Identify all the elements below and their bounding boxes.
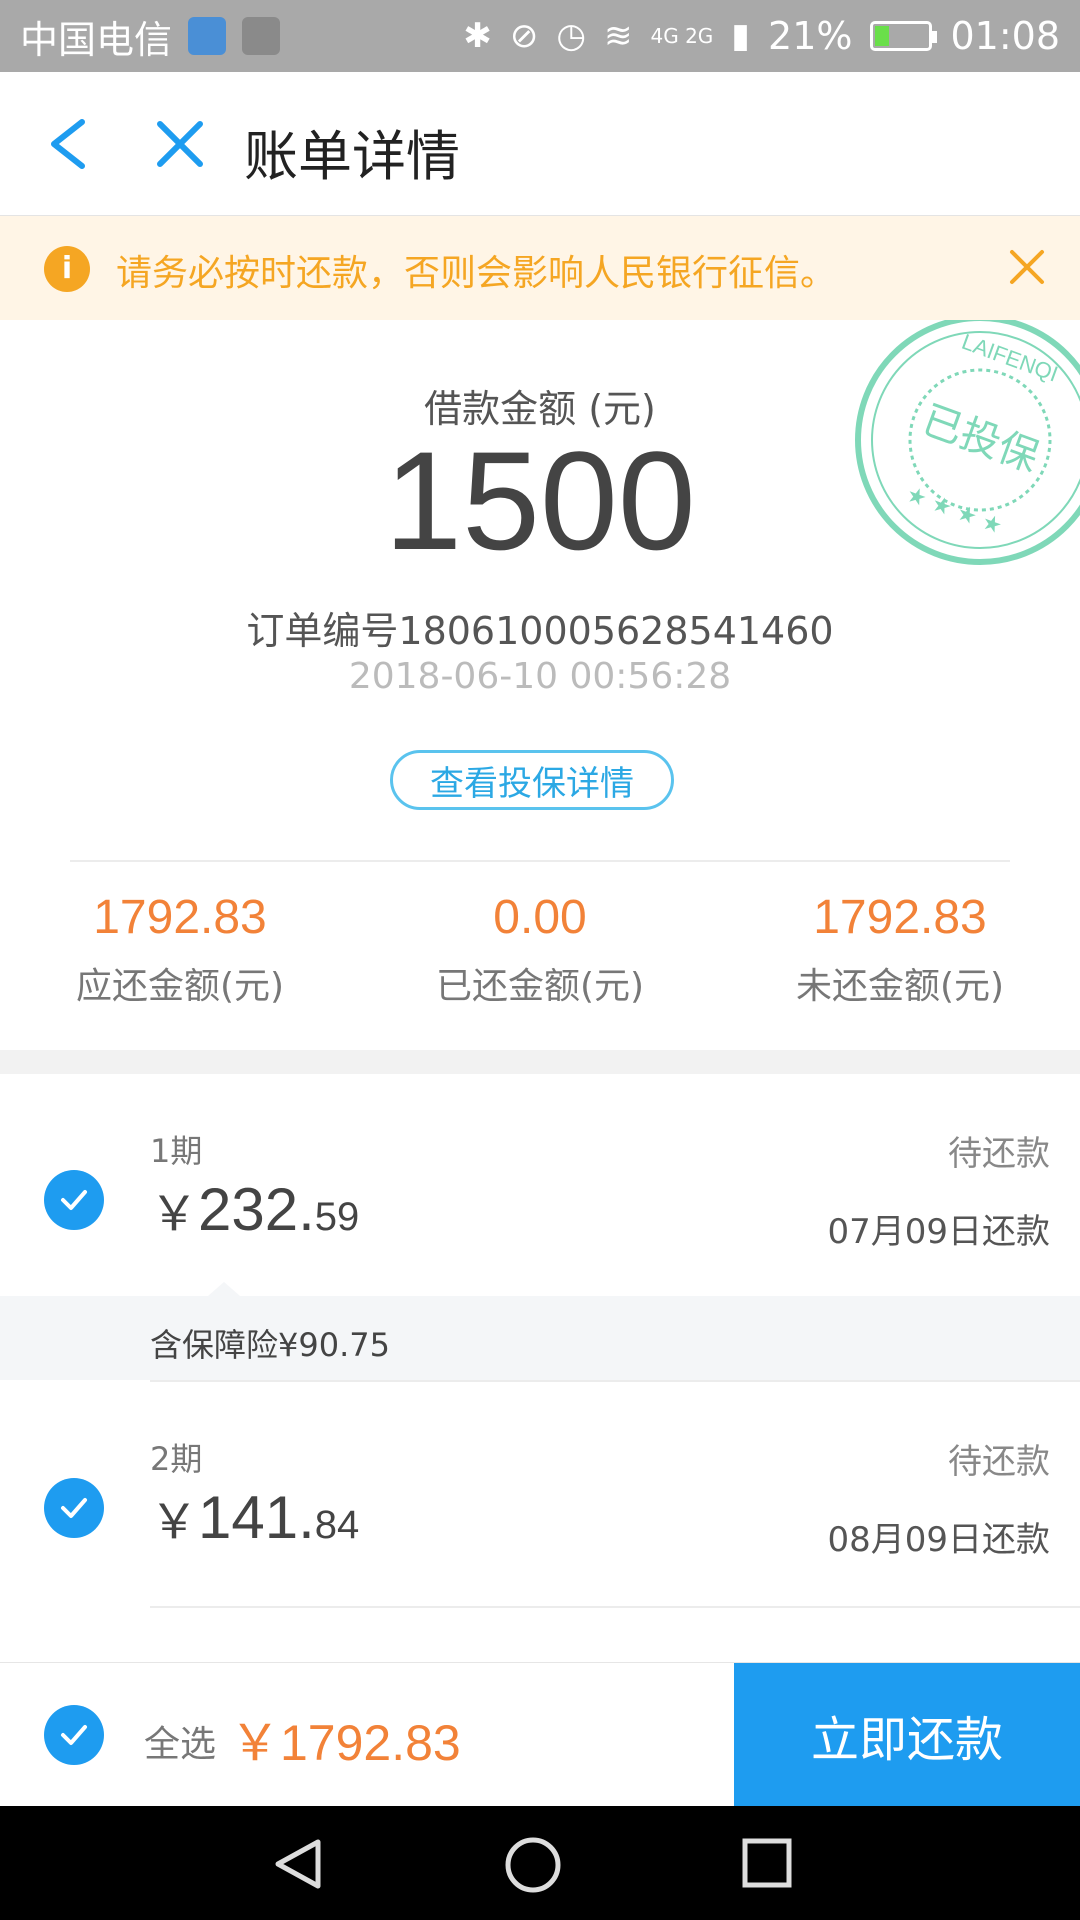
installment-row[interactable]: 2期 ￥141.84 待还款 08月09日还款 [0, 1382, 1080, 1604]
stat-value: 0.00 [493, 891, 587, 944]
installment-amount: ￥141.84 [150, 1482, 359, 1552]
loan-summary-card: LAIFENQI 已投保 ★ ★ ★ ★ 借款金额 (元) 1500 订单编号1… [0, 320, 1080, 1050]
order-number: 订单编号180610005628541460 [246, 609, 834, 653]
installment-period: 2期 [150, 1440, 203, 1478]
repayment-stats: 1792.83 应还金额(元) 0.00 已还金额(元) 1792.83 未还金… [0, 890, 1080, 1009]
stat-label: 未还金额(元) [795, 966, 1005, 1007]
check-icon[interactable] [44, 1170, 104, 1230]
stat-value: 1792.83 [93, 891, 267, 944]
installment-amount: ￥232.59 [150, 1174, 359, 1244]
stat-paid: 0.00 已还金额(元) [360, 890, 720, 1009]
divider [70, 860, 1010, 862]
installment-list: 1期 ￥232.59 待还款 07月09日还款 含保障险¥90.75 2期 ￥1… [0, 1074, 1080, 1662]
insurance-note: 含保障险¥90.75 [0, 1282, 1080, 1380]
amount-integer: 232. [198, 1176, 315, 1243]
notice-text: 请务必按时还款，否则会影响人民银行征信。 [116, 253, 837, 294]
battery-percent: 21% [768, 14, 853, 58]
close-icon[interactable] [154, 118, 206, 170]
pay-now-button[interactable]: 立即还款 [734, 1663, 1080, 1807]
select-all-check-icon[interactable] [44, 1705, 104, 1765]
view-insurance-button[interactable]: 查看投保详情 [390, 750, 674, 810]
stat-due: 1792.83 应还金额(元) [0, 890, 360, 1009]
bottom-action-bar: 全选 ￥1792.83 立即还款 [0, 1662, 1080, 1807]
insurance-note-text: 含保障险¥90.75 [150, 1326, 390, 1364]
clock: 01:08 [950, 14, 1060, 58]
total-amount: ￥1792.83 [230, 1715, 461, 1771]
screen: 中国电信 ✱ ⊘ ◷ ≋ 4G 2G ▮ 21% 01:08 账单详情 i 请务… [0, 0, 1080, 1920]
dismiss-notice-icon[interactable] [1008, 248, 1046, 286]
system-home-icon[interactable] [504, 1836, 562, 1894]
currency-symbol: ￥ [150, 1188, 199, 1241]
system-back-icon[interactable] [270, 1836, 326, 1892]
system-nav-bar [0, 1806, 1080, 1920]
row-divider [150, 1606, 1080, 1608]
stat-label: 已还金额(元) [435, 966, 645, 1007]
carrier-name: 中国电信 [20, 17, 173, 62]
back-icon[interactable] [44, 118, 94, 170]
wifi-icon: ≋ [603, 16, 633, 56]
stat-label: 应还金额(元) [75, 966, 285, 1007]
mute-icon: ⊘ [509, 16, 539, 56]
order-time: 2018-06-10 00:56:28 [348, 656, 732, 697]
alarm-icon: ◷ [556, 16, 586, 56]
nav-bar: 账单详情 [0, 72, 1080, 216]
stat-value: 1792.83 [813, 891, 987, 944]
amount-integer: 141. [198, 1484, 315, 1551]
gallery-icon [242, 17, 281, 55]
installment-due-date: 08月09日还款 [827, 1520, 1050, 1560]
check-icon[interactable] [44, 1478, 104, 1538]
installment-row[interactable]: 1期 ￥232.59 待还款 07月09日还款 [0, 1074, 1080, 1296]
select-all-label[interactable]: 全选 [144, 1715, 216, 1767]
amount-decimal: 84 [314, 1503, 360, 1547]
notice-banner: i 请务必按时还款，否则会影响人民银行征信。 [0, 216, 1080, 320]
amount-decimal: 59 [314, 1195, 360, 1239]
installment-status: 待还款 [948, 1134, 1050, 1174]
status-left: 中国电信 [20, 9, 281, 64]
installment-period: 1期 [150, 1132, 203, 1170]
status-bar: 中国电信 ✱ ⊘ ◷ ≋ 4G 2G ▮ 21% 01:08 [0, 0, 1080, 72]
installment-status: 待还款 [948, 1442, 1050, 1482]
system-recents-icon[interactable] [740, 1836, 794, 1890]
currency-symbol: ￥ [150, 1496, 199, 1549]
signal-icon: ▮ [731, 16, 751, 56]
status-right: ✱ ⊘ ◷ ≋ 4G 2G ▮ 21% 01:08 [463, 14, 1060, 58]
stat-unpaid: 1792.83 未还金额(元) [720, 890, 1080, 1009]
loan-amount: 1500 [384, 422, 696, 579]
network-type: 4G 2G [650, 24, 714, 48]
bluetooth-icon: ✱ [463, 16, 492, 56]
info-icon: i [44, 246, 90, 292]
page-title: 账单详情 [244, 125, 460, 188]
installment-due-date: 07月09日还款 [827, 1212, 1050, 1252]
health-app-icon [188, 17, 227, 55]
battery-icon [870, 21, 938, 51]
